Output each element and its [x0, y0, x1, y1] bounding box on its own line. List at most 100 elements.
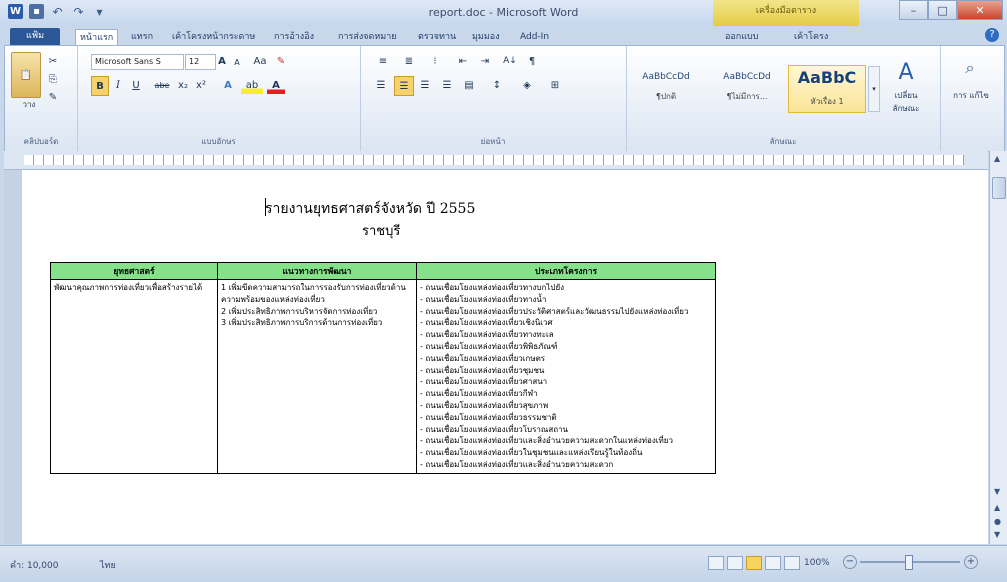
outline-view-icon[interactable] [765, 556, 781, 570]
multilevel-list-button[interactable]: ⁝ [424, 53, 446, 69]
style-no-spacing-name: ¶ไม่มีการ... [726, 92, 768, 101]
vertical-scrollbar[interactable]: ▲ ▼ ▲ ● ▼ [989, 151, 1007, 544]
superscript-button[interactable]: x² [193, 76, 209, 94]
maximize-button[interactable]: □ [928, 0, 957, 20]
borders-icon[interactable]: ⊞ [544, 76, 566, 94]
styles-scroll-icon[interactable]: ▾ [868, 66, 880, 112]
close-button[interactable]: ✕ [957, 0, 1003, 20]
style-heading-1[interactable]: AaBbC หัวเรื่อง 1 [788, 65, 866, 113]
zoom-level[interactable]: 100% [804, 558, 830, 568]
full-screen-reading-icon[interactable] [727, 556, 743, 570]
clear-formatting-icon[interactable]: ✎ [273, 53, 289, 69]
tab-file[interactable]: แฟ้ม [10, 28, 60, 46]
style-normal[interactable]: AaBbCcDd ¶ปกติ [634, 65, 698, 113]
word-count[interactable]: คำ: 10,000 [10, 558, 58, 572]
tab-review[interactable]: ตรวจทาน [414, 29, 460, 45]
table-header[interactable]: แนวทางการพัฒนา [217, 262, 417, 280]
project-type-item: - ถนนเชื่อมโยงแหล่งท่องเที่ยวศาสนา [420, 377, 548, 387]
browse-object-icon[interactable]: ● [994, 517, 1001, 526]
project-type-item: - ถนนเชื่อมโยงแหล่งท่องเที่ยวโบราณสถาน [420, 424, 569, 434]
draft-view-icon[interactable] [784, 556, 800, 570]
print-layout-icon[interactable] [708, 556, 724, 570]
increase-indent-button[interactable]: ⇥ [476, 53, 494, 69]
table-row: พัฒนาคุณภาพการท่องเที่ยวเพื่อสร้างรายได้… [50, 279, 716, 474]
bullets-button[interactable]: ≡ [372, 53, 394, 69]
scroll-up-icon[interactable]: ▲ [994, 154, 1000, 163]
language-indicator[interactable]: ไทย [100, 558, 116, 572]
horizontal-ruler[interactable] [4, 151, 988, 170]
paragraph-group: ≡ ≣ ⁝ ⇤ ⇥ A↓ ¶ ☰ ☰ ☰ ☰ ▤ ↕ ◈ ⊞ ย่อหน้า [360, 46, 627, 151]
project-type-item: - ถนนเชื่อมโยงแหล่งท่องเที่ยวชุมชน [420, 365, 545, 375]
italic-button[interactable]: I [111, 76, 125, 94]
help-icon[interactable]: ? [985, 28, 999, 42]
web-layout-icon[interactable] [746, 556, 762, 570]
line-spacing-icon[interactable]: ↕ [486, 76, 508, 94]
font-family-select[interactable]: Microsoft Sans S [91, 54, 184, 70]
document-page[interactable]: รายงานยุทธศาสตร์จังหวัด ปี 2555 ราชบุรี … [22, 170, 988, 544]
bold-button[interactable]: B [91, 76, 109, 96]
grow-font-button[interactable]: A [215, 53, 229, 69]
text-effects-button[interactable]: A [219, 76, 237, 94]
table-cell[interactable]: 1 เพิ่มขีดความสามารถในการรองรับการท่องเท… [217, 279, 417, 474]
align-right-icon[interactable]: ☰ [416, 76, 434, 94]
decrease-indent-button[interactable]: ⇤ [454, 53, 472, 69]
table-header[interactable]: ยุทธศาสตร์ [50, 262, 218, 280]
change-styles-button[interactable]: เปลี่ยน ลักษณะ [882, 91, 930, 113]
tab-table-layout[interactable]: เค้าโครง [790, 29, 832, 45]
shrink-font-button[interactable]: A [231, 55, 243, 69]
editing-button[interactable]: การ แก้ไข [946, 84, 996, 106]
change-styles-icon[interactable]: A [888, 58, 924, 86]
highlight-button[interactable]: ab [241, 76, 263, 94]
tab-insert[interactable]: แทรก [127, 29, 157, 45]
minimize-button[interactable]: – [899, 0, 928, 20]
scroll-down-icon[interactable]: ▼ [994, 487, 1000, 496]
next-page-icon[interactable]: ▼ [994, 530, 1000, 539]
paste-icon[interactable]: 📋 [11, 52, 41, 98]
ribbon: 📋 วาง ✂ ⎘ ✎ คลิปบอร์ด Microsoft Sans S 1… [4, 45, 1005, 152]
tab-view[interactable]: มุมมอง [468, 29, 504, 45]
scroll-thumb[interactable] [992, 177, 1006, 199]
subscript-button[interactable]: x₂ [175, 76, 191, 94]
prev-page-icon[interactable]: ▲ [994, 503, 1000, 512]
table-cell[interactable]: พัฒนาคุณภาพการท่องเที่ยวเพื่อสร้างรายได้ [50, 279, 218, 474]
document-subtitle: ราชบุรี [362, 224, 401, 239]
styles-group-label: ลักษณะ [769, 137, 797, 146]
paste-button-label[interactable]: วาง [15, 98, 43, 110]
table-header[interactable]: ประเภทโครงการ [416, 262, 716, 280]
font-color-button[interactable]: A [267, 76, 285, 94]
sort-button[interactable]: A↓ [500, 53, 520, 69]
cut-icon[interactable]: ✂ [45, 54, 61, 68]
strategy-table[interactable]: ยุทธศาสตร์ แนวทางการพัฒนา ประเภทโครงการ … [50, 262, 716, 474]
shading-icon[interactable]: ◈ [516, 76, 538, 94]
zoom-slider-knob[interactable] [905, 555, 913, 570]
zoom-in-button[interactable]: + [964, 555, 978, 569]
project-type-item: - ถนนเชื่อมโยงแหล่งท่องเที่ยวเกษตร [420, 353, 546, 363]
tab-table-design[interactable]: ออกแบบ [721, 29, 763, 45]
format-painter-icon[interactable]: ✎ [45, 90, 61, 104]
clipboard-group-label: คลิปบอร์ด [23, 137, 59, 146]
strikethrough-button[interactable]: abe [151, 76, 173, 94]
show-marks-button[interactable]: ¶ [524, 53, 540, 69]
underline-button[interactable]: U [129, 76, 143, 94]
clipboard-group: 📋 วาง ✂ ⎘ ✎ คลิปบอร์ด [5, 46, 78, 151]
ruler-scale [24, 155, 964, 165]
numbering-button[interactable]: ≣ [398, 53, 420, 69]
tab-mailings[interactable]: การส่งจดหมาย [334, 29, 401, 45]
align-center-icon[interactable]: ☰ [394, 76, 414, 96]
tab-addins[interactable]: Add-In [516, 29, 553, 45]
copy-icon[interactable]: ⎘ [45, 72, 61, 86]
justify-icon[interactable]: ☰ [438, 76, 456, 94]
tab-home[interactable]: หน้าแรก [75, 29, 119, 46]
title-bar: W ▪ ↶ ↷ ▾ report.doc - Microsoft Word เค… [0, 0, 1007, 26]
style-no-spacing[interactable]: AaBbCcDd ¶ไม่มีการ... [712, 65, 782, 113]
zoom-out-button[interactable]: − [843, 555, 857, 569]
style-normal-name: ¶ปกติ [655, 92, 677, 101]
tab-page-layout[interactable]: เค้าโครงหน้ากระดาษ [168, 29, 259, 45]
thai-distributed-icon[interactable]: ▤ [460, 76, 478, 94]
table-cell[interactable]: - ถนนเชื่อมโยงแหล่งท่องเที่ยวทางบกไปยัง … [416, 279, 716, 474]
find-icon[interactable]: ⌕ [954, 54, 986, 82]
align-left-icon[interactable]: ☰ [372, 76, 390, 94]
tab-references[interactable]: การอ้างอิง [270, 29, 318, 45]
change-case-button[interactable]: Aa [249, 53, 271, 69]
font-size-select[interactable]: 12 [185, 54, 216, 70]
